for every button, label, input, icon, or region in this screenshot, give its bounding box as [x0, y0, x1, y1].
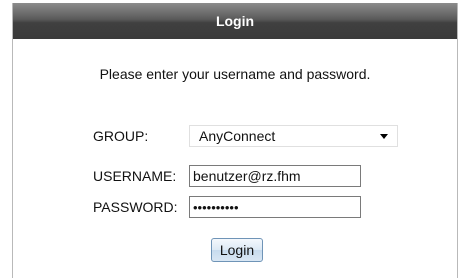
group-selected-value: AnyConnect: [199, 128, 276, 144]
login-prompt: Please enter your username and password.: [99, 66, 371, 82]
group-select[interactable]: AnyConnect: [189, 125, 398, 147]
dialog-title: Login: [13, 3, 457, 39]
login-dialog: Login Please enter your username and pas…: [12, 3, 458, 278]
username-label: USERNAME:: [93, 168, 177, 184]
group-label: GROUP:: [93, 128, 149, 144]
username-row: USERNAME:: [13, 165, 457, 187]
login-button[interactable]: Login: [211, 238, 263, 262]
password-input[interactable]: [189, 196, 361, 218]
password-row: PASSWORD:: [13, 196, 457, 218]
password-label: PASSWORD:: [93, 199, 178, 215]
username-input[interactable]: [189, 165, 361, 187]
group-row: GROUP: AnyConnect: [13, 125, 457, 147]
dropdown-arrow-icon: [380, 134, 388, 139]
